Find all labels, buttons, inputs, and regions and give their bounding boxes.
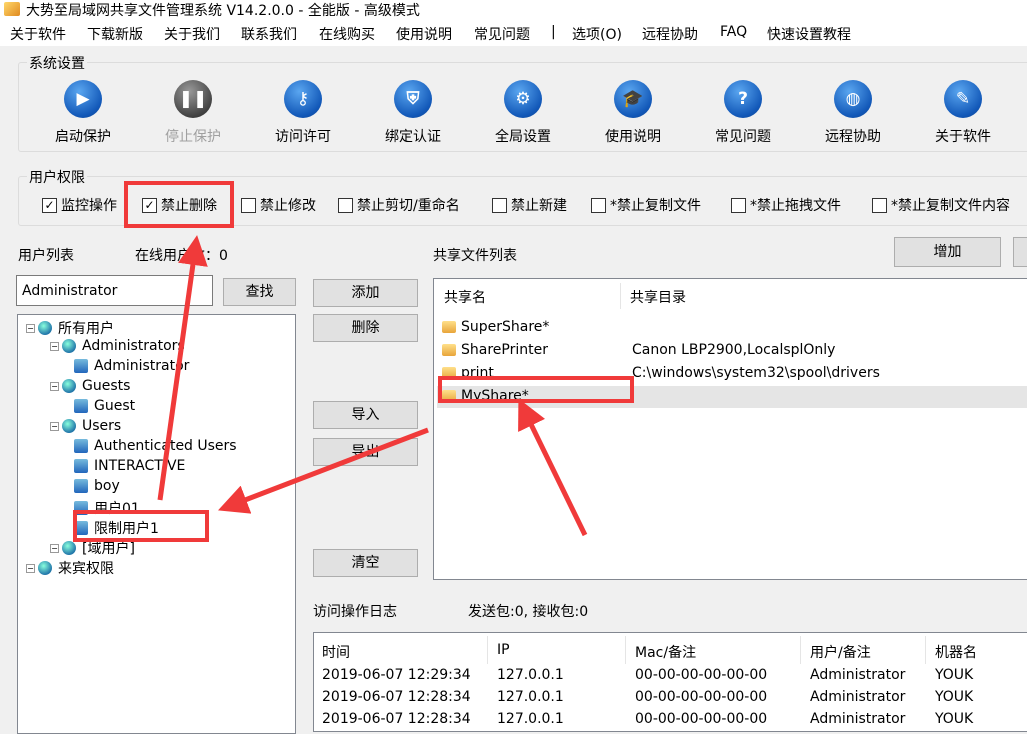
permission-checkbox[interactable]: 禁止新建 [492, 195, 567, 215]
arrow-to-myshare [518, 398, 588, 537]
tool-label: 关于软件 [935, 129, 991, 145]
checked-box-icon: ✓ [42, 197, 57, 213]
permission-label: *禁止复制文件内容 [891, 198, 1010, 214]
tool-label: 远程协助 [825, 129, 881, 145]
permission-label: 禁止剪切/重命名 [357, 198, 460, 214]
permission-label: 禁止新建 [511, 198, 567, 214]
unchecked-box-icon [241, 197, 256, 213]
permission-label: *禁止拖拽文件 [750, 198, 841, 214]
arrow-to-delete [157, 235, 208, 501]
tool-label: 绑定认证 [385, 129, 441, 145]
gear-icon: ⚙ [504, 80, 542, 118]
permission-label: *禁止复制文件 [610, 198, 701, 214]
tool-globe-button[interactable]: ◍ 远程协助 [803, 80, 903, 146]
unchecked-box-icon [591, 197, 606, 213]
permission-checkbox[interactable]: 禁止修改 [241, 195, 316, 215]
tool-edit-button[interactable]: ✎ 关于软件 [913, 80, 1013, 146]
unchecked-box-icon [492, 197, 507, 213]
graduation-cap-icon: 🎓 [614, 80, 652, 118]
arrow-to-user [217, 427, 429, 514]
question-icon: ? [724, 80, 762, 118]
globe-icon: ◍ [834, 80, 872, 118]
edit-icon: ✎ [944, 80, 982, 118]
tool-question-button[interactable]: ? 常见问题 [693, 80, 793, 146]
permission-checkbox[interactable]: ✓ 监控操作 [42, 195, 117, 215]
permission-label: 禁止修改 [260, 198, 316, 214]
tool-play-button[interactable]: ▶ 启动保护 [33, 80, 133, 146]
permission-checkbox[interactable]: ✓ 禁止删除 [142, 195, 217, 215]
tool-label: 启动保护 [55, 129, 111, 145]
tool-label: 使用说明 [605, 129, 661, 145]
checked-box-icon: ✓ [142, 197, 157, 213]
tool-label: 访问许可 [275, 129, 331, 145]
tool-label: 全局设置 [495, 129, 551, 145]
unchecked-box-icon [872, 197, 887, 213]
permission-label: 禁止删除 [161, 198, 217, 214]
unchecked-box-icon [731, 197, 746, 213]
permission-checkbox[interactable]: *禁止拖拽文件 [731, 195, 841, 215]
permission-checkbox[interactable]: 禁止剪切/重命名 [338, 195, 460, 215]
permission-checkbox[interactable]: *禁止复制文件内容 [872, 195, 1010, 215]
play-icon: ▶ [64, 80, 102, 118]
permission-checkbox[interactable]: *禁止复制文件 [591, 195, 701, 215]
permission-label: 监控操作 [61, 198, 117, 214]
tool-label: 停止保护 [165, 129, 221, 145]
tool-label: 常见问题 [715, 129, 771, 145]
tool-gear-button[interactable]: ⚙ 全局设置 [473, 80, 573, 146]
shield-icon: ⛨ [394, 80, 432, 118]
tool-shield-button[interactable]: ⛨ 绑定认证 [363, 80, 463, 146]
tool-key-button[interactable]: ⚷ 访问许可 [253, 80, 353, 146]
tool-pause-button[interactable]: ❚❚ 停止保护 [143, 80, 243, 146]
pause-icon: ❚❚ [174, 80, 212, 118]
tool-graduation-cap-button[interactable]: 🎓 使用说明 [583, 80, 683, 146]
key-icon: ⚷ [284, 80, 322, 118]
unchecked-box-icon [338, 197, 353, 213]
